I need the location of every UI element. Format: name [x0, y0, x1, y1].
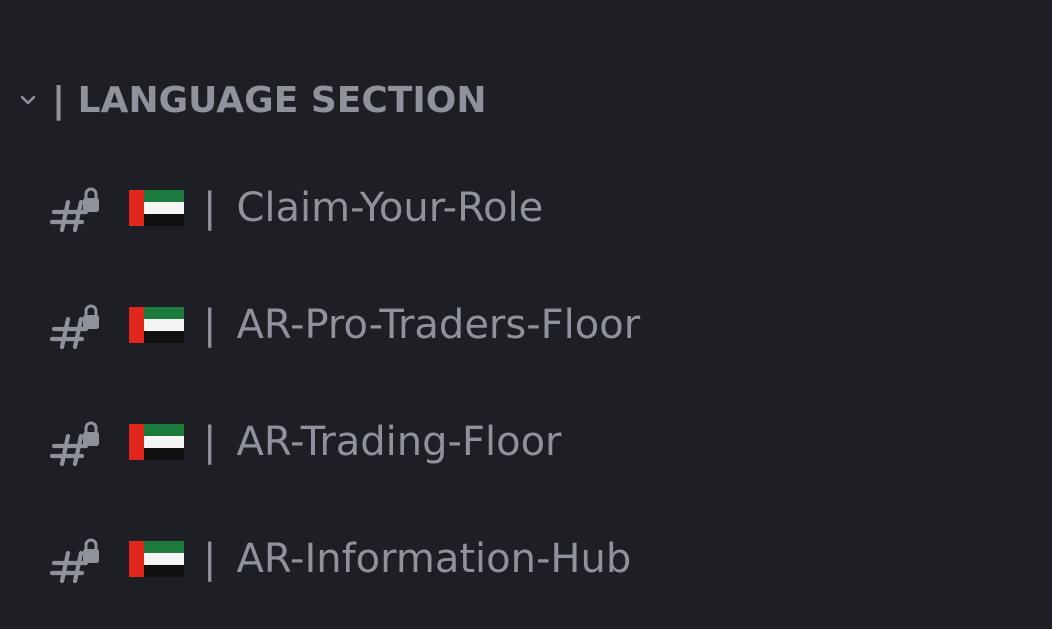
channel-name: AR-Information-Hub [236, 536, 632, 582]
channel-separator: | [203, 302, 217, 348]
channel-item-ar-pro-traders-floor[interactable]: | AR-Pro-Traders-Floor [0, 289, 1000, 361]
category-language-section[interactable]: | LANGUAGE SECTION [14, 72, 486, 128]
channel-name: AR-Trading-Floor [236, 419, 562, 465]
channel-item-ar-information-hub[interactable]: | AR-Information-Hub [0, 523, 1000, 595]
uae-flag-icon [129, 307, 184, 343]
locked-text-channel-icon [49, 186, 102, 233]
channel-name: Claim-Your-Role [236, 185, 544, 231]
uae-flag-icon [129, 541, 184, 577]
channel-name: AR-Pro-Traders-Floor [236, 302, 641, 348]
channel-separator: | [203, 185, 217, 231]
locked-text-channel-icon [49, 537, 102, 584]
uae-flag-icon [129, 190, 184, 226]
channel-item-claim-your-role[interactable]: | Claim-Your-Role [0, 172, 1000, 244]
chevron-down-icon [14, 86, 42, 114]
locked-text-channel-icon [49, 420, 102, 467]
category-label: | LANGUAGE SECTION [52, 79, 487, 121]
channel-separator: | [203, 536, 217, 582]
channel-separator: | [203, 419, 217, 465]
uae-flag-icon [129, 424, 184, 460]
channel-item-ar-trading-floor[interactable]: | AR-Trading-Floor [0, 406, 1000, 478]
locked-text-channel-icon [49, 303, 102, 350]
